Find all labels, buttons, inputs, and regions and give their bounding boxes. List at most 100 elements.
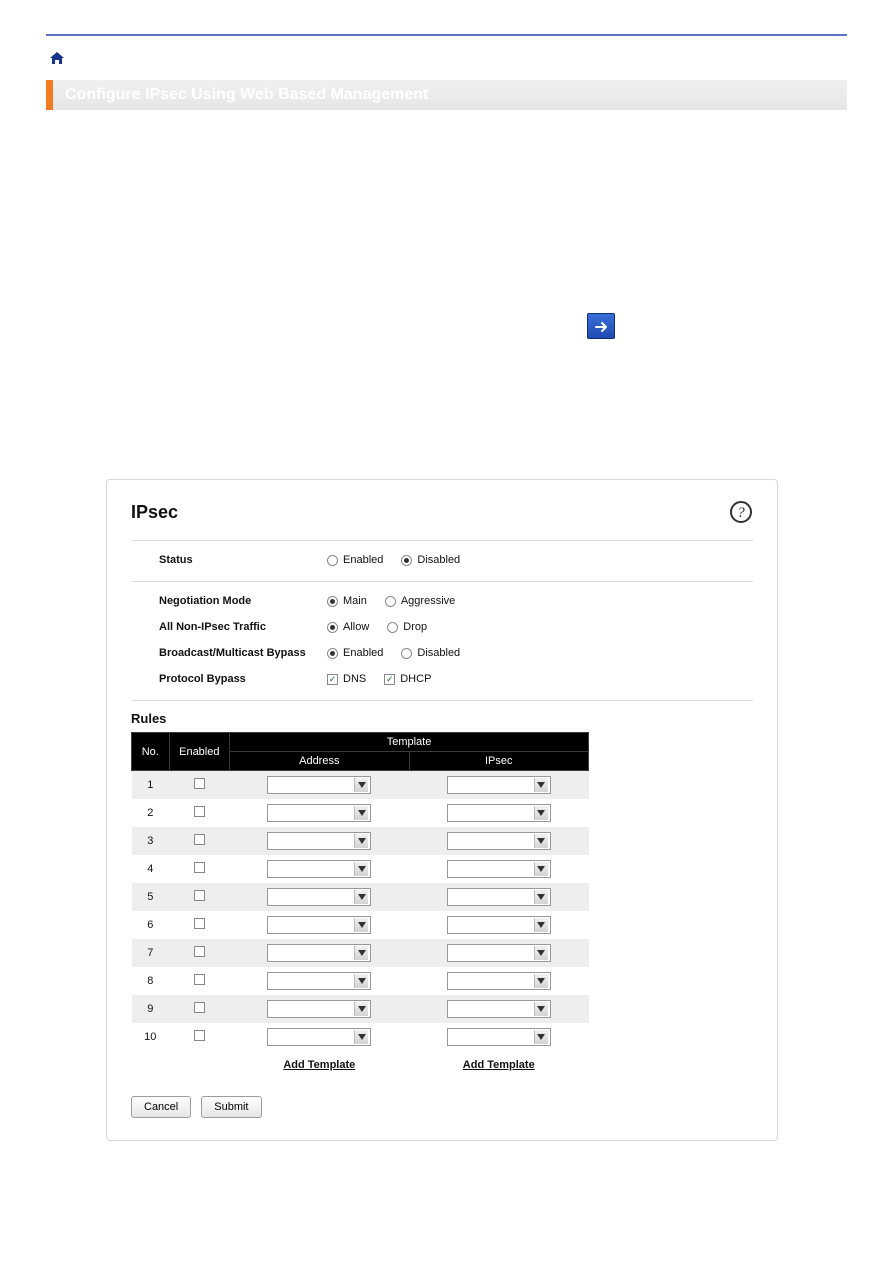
rule-enable-checkbox[interactable] [194, 946, 205, 957]
table-row: 3 [132, 827, 589, 855]
help-icon[interactable]: ? [729, 500, 753, 524]
ipsec-select[interactable] [447, 804, 551, 822]
ipsec-select[interactable] [447, 944, 551, 962]
rule-enable-checkbox[interactable] [194, 1002, 205, 1013]
cell-enabled [169, 827, 230, 855]
address-select[interactable] [267, 860, 371, 878]
step-2-example: http://192.168.1.2 [74, 273, 847, 293]
ipsec-select[interactable] [447, 832, 551, 850]
rules-heading: Rules [131, 711, 753, 726]
arrow-go-icon[interactable] [587, 313, 615, 339]
cell-no: 6 [132, 911, 170, 939]
rule-enable-checkbox[interactable] [194, 890, 205, 901]
step-5: 5.Click the Security tab. [50, 399, 847, 419]
divider [131, 581, 753, 582]
add-template-ipsec[interactable]: Add Template [409, 1051, 588, 1076]
address-select[interactable] [267, 776, 371, 794]
cell-enabled [169, 995, 230, 1023]
row-nonipsec: All Non-IPsec Traffic Allow Drop [131, 614, 753, 640]
cell-enabled [169, 883, 230, 911]
step-6: 6.Click the IPsec menu in the left navig… [50, 439, 847, 459]
row-protocol-bypass: Protocol Bypass ✓DNS ✓DHCP [131, 666, 753, 692]
table-row: 2 [132, 799, 589, 827]
label-status: Status [159, 554, 327, 566]
radio-bcast-disabled[interactable]: Disabled [401, 647, 460, 659]
cell-enabled [169, 939, 230, 967]
svg-text:?: ? [737, 505, 745, 521]
divider [131, 700, 753, 701]
address-select[interactable] [267, 804, 371, 822]
rules-table: No. Enabled Template Address IPsec 12345… [131, 732, 589, 1076]
table-row: 1 [132, 771, 589, 800]
address-select[interactable] [267, 888, 371, 906]
step-3: 3. No password is required by default. T… [50, 313, 847, 339]
radio-nonipsec-drop[interactable]: Drop [387, 621, 427, 633]
table-row: 10 [132, 1023, 589, 1051]
ipsec-select[interactable] [447, 916, 551, 934]
address-select[interactable] [267, 916, 371, 934]
table-row: 7 [132, 939, 589, 967]
intro-text: The IPsec connection conditions comprise… [46, 130, 847, 184]
check-dhcp[interactable]: ✓DHCP [384, 673, 431, 685]
radio-nonipsec-allow[interactable]: Allow [327, 621, 369, 633]
rule-enable-checkbox[interactable] [194, 778, 205, 789]
radio-neg-main[interactable]: Main [327, 595, 367, 607]
address-select[interactable] [267, 944, 371, 962]
th-address: Address [230, 752, 409, 771]
address-select[interactable] [267, 832, 371, 850]
radio-bcast-enabled[interactable]: Enabled [327, 647, 383, 659]
cell-no: 3 [132, 827, 170, 855]
cell-no: 9 [132, 995, 170, 1023]
row-bcast: Broadcast/Multicast Bypass Enabled Disab… [131, 640, 753, 666]
steps-list: 1.Start your web browser. 2.Type "http:/… [46, 184, 847, 459]
table-row: 9 [132, 995, 589, 1023]
step-2-example-label: For example: [74, 252, 847, 272]
rule-enable-checkbox[interactable] [194, 1030, 205, 1041]
rule-enable-checkbox[interactable] [194, 974, 205, 985]
table-row: 5 [132, 883, 589, 911]
add-template-address[interactable]: Add Template [230, 1051, 409, 1076]
ipsec-select[interactable] [447, 888, 551, 906]
radio-status-disabled[interactable]: Disabled [401, 554, 460, 566]
label-negotiation: Negotiation Mode [159, 595, 327, 607]
th-no: No. [132, 733, 170, 771]
ipsec-select[interactable] [447, 1000, 551, 1018]
address-select[interactable] [267, 1028, 371, 1046]
label-protocol-bypass: Protocol Bypass [159, 673, 327, 685]
cell-no: 8 [132, 967, 170, 995]
intro-p1: The IPsec connection conditions comprise… [48, 132, 845, 152]
step-4: 4.Click the Network tab. [50, 359, 847, 379]
section-title: Configure IPsec Using Web Based Manageme… [53, 80, 847, 110]
rule-enable-checkbox[interactable] [194, 862, 205, 873]
check-dns[interactable]: ✓DNS [327, 673, 366, 685]
cell-enabled [169, 799, 230, 827]
cell-enabled [169, 967, 230, 995]
rule-enable-checkbox[interactable] [194, 806, 205, 817]
cell-no: 5 [132, 883, 170, 911]
submit-button[interactable]: Submit [201, 1096, 261, 1118]
rule-enable-checkbox[interactable] [194, 834, 205, 845]
ipsec-panel: IPsec ? Status Enabled Disabled Negotiat… [106, 479, 778, 1141]
section-title-bar: Configure IPsec Using Web Based Manageme… [46, 80, 847, 110]
address-select[interactable] [267, 972, 371, 990]
address-select[interactable] [267, 1000, 371, 1018]
table-row: 8 [132, 967, 589, 995]
home-icon[interactable] [50, 52, 64, 64]
radio-neg-aggressive[interactable]: Aggressive [385, 595, 455, 607]
ipsec-select[interactable] [447, 1028, 551, 1046]
cell-no: 7 [132, 939, 170, 967]
label-bcast: Broadcast/Multicast Bypass [159, 647, 327, 659]
cell-no: 4 [132, 855, 170, 883]
rule-enable-checkbox[interactable] [194, 918, 205, 929]
cell-no: 2 [132, 799, 170, 827]
ipsec-select[interactable] [447, 972, 551, 990]
cell-no: 1 [132, 771, 170, 800]
cancel-button[interactable]: Cancel [131, 1096, 191, 1118]
step-1: 1.Start your web browser. [50, 184, 847, 204]
row-status: Status Enabled Disabled [131, 547, 753, 573]
ipsec-select[interactable] [447, 776, 551, 794]
radio-status-enabled[interactable]: Enabled [327, 554, 383, 566]
ipsec-select[interactable] [447, 860, 551, 878]
th-template: Template [230, 733, 589, 752]
section-title-accent [46, 80, 53, 110]
